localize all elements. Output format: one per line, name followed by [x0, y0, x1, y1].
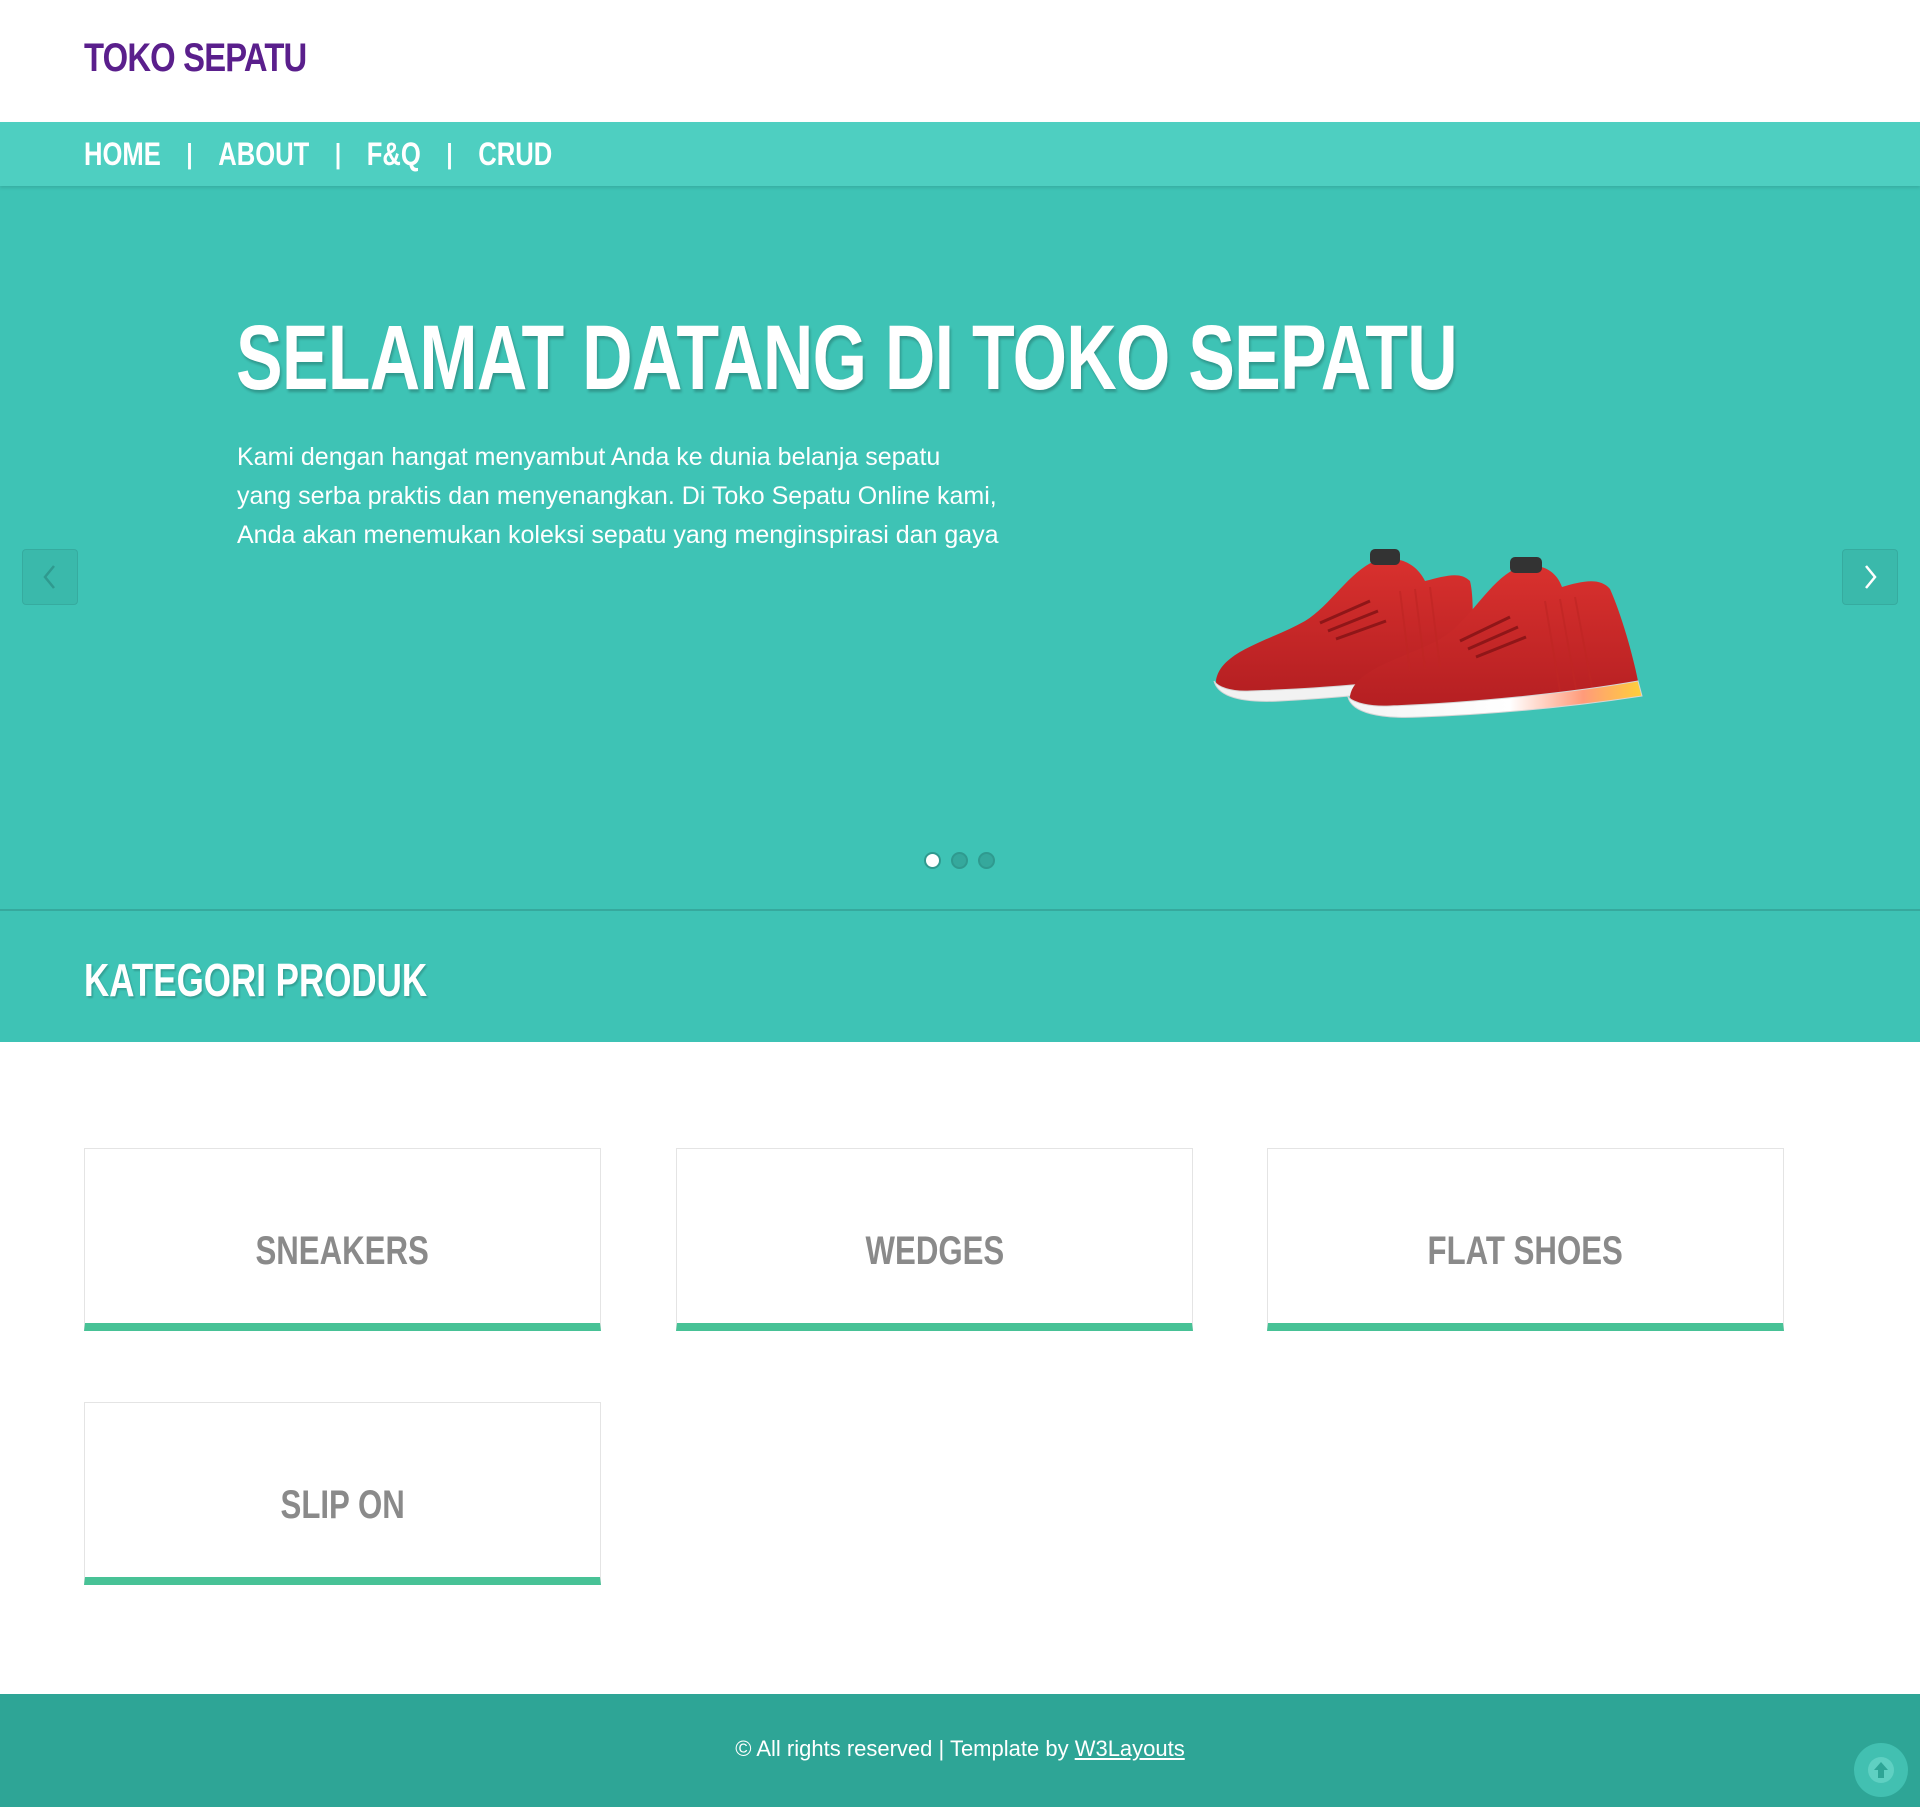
footer-text: © All rights reserved | Template by: [735, 1736, 1075, 1761]
nav-separator: |: [334, 138, 342, 169]
nav-item-home[interactable]: HOME: [84, 136, 161, 173]
scroll-to-top-button[interactable]: [1854, 1743, 1908, 1797]
category-card-sneakers[interactable]: SNEAKERS: [84, 1148, 601, 1331]
hero-description: Kami dengan hangat menyambut Anda ke dun…: [237, 438, 1037, 555]
category-label: WEDGES: [865, 1229, 1004, 1273]
nav-item-faq[interactable]: F&Q: [367, 136, 421, 173]
slider-dot-1[interactable]: [924, 852, 941, 869]
category-label: FLAT SHOES: [1427, 1229, 1624, 1273]
chevron-left-icon: [43, 565, 55, 589]
nav-item-about[interactable]: ABOUT: [218, 136, 309, 173]
slider-dot-3[interactable]: [978, 852, 995, 869]
category-label: SNEAKERS: [255, 1229, 430, 1273]
category-card-flat-shoes[interactable]: FLAT SHOES: [1267, 1148, 1784, 1331]
hero-text-line: Kami dengan hangat menyambut Anda ke dun…: [237, 443, 941, 471]
chevron-right-icon: [1865, 565, 1877, 589]
hero-title: SELAMAT DATANG DI TOKO SEPATU: [236, 307, 1458, 409]
arrow-up-icon: [1868, 1757, 1894, 1783]
site-brand[interactable]: TOKO SEPATU: [84, 36, 307, 81]
category-card-wedges[interactable]: WEDGES: [676, 1148, 1193, 1331]
slider-next-button[interactable]: [1842, 549, 1898, 605]
nav-separator: |: [446, 138, 453, 169]
category-header-band: KATEGORI PRODUK: [0, 911, 1920, 1042]
red-sneakers-image: [1213, 549, 1643, 718]
footer-copyright: © All rights reserved | Template by W3La…: [0, 1736, 1920, 1762]
slider-dot-2[interactable]: [951, 852, 968, 869]
category-section-title: KATEGORI PRODUK: [84, 954, 428, 1006]
hero-text-line: Anda akan menemukan koleksi sepatu yang …: [237, 521, 999, 549]
main-navbar: HOME | ABOUT | F&Q | CRUD: [0, 122, 1920, 186]
top-header: TOKO SEPATU: [0, 0, 1920, 122]
hero-text-line: yang serba praktis dan menyenangkan. Di …: [237, 482, 997, 510]
slider-prev-button[interactable]: [22, 549, 78, 605]
category-card-slip-on[interactable]: SLIP ON: [84, 1402, 601, 1585]
footer-template-link[interactable]: W3Layouts: [1075, 1736, 1185, 1761]
category-label: SLIP ON: [280, 1483, 405, 1527]
nav-menu: HOME | ABOUT | F&Q | CRUD: [84, 122, 552, 186]
nav-separator: |: [186, 138, 193, 169]
site-footer: © All rights reserved | Template by W3La…: [0, 1694, 1920, 1807]
hero-shoe-image: [1210, 531, 1670, 721]
nav-item-crud[interactable]: CRUD: [478, 136, 552, 173]
slider-dots: [924, 852, 995, 869]
hero-slider: SELAMAT DATANG DI TOKO SEPATU Kami denga…: [0, 186, 1920, 911]
